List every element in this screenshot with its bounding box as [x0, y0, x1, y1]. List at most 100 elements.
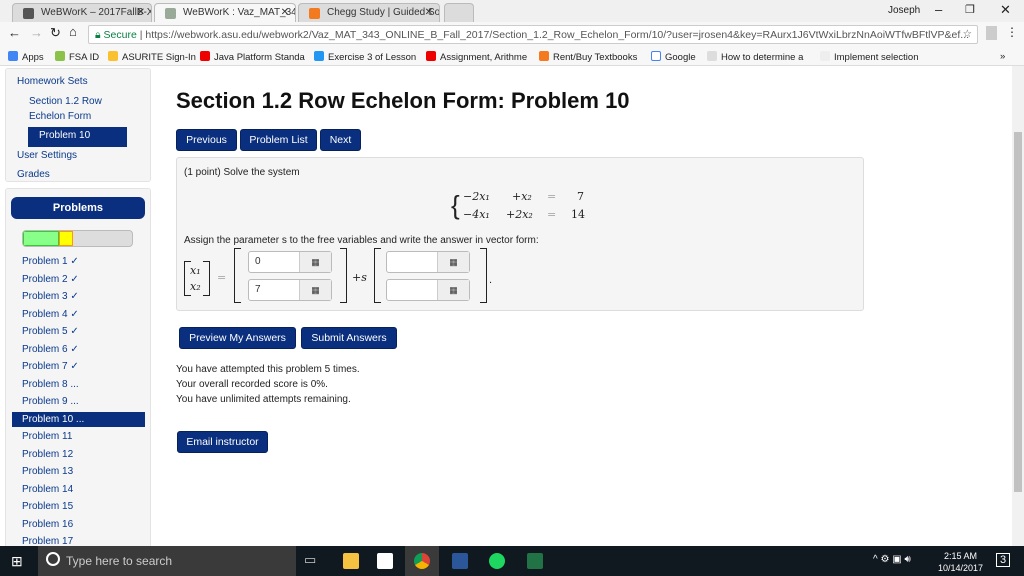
tab-webwork-2[interactable]: WeBWorK : Vaz_MAT_34 ✕ — [154, 3, 296, 22]
menu-icon[interactable]: ⋮ — [1006, 25, 1018, 39]
store-icon[interactable] — [377, 553, 393, 569]
bracket — [340, 248, 347, 303]
message: You have attempted this problem 5 times. — [176, 364, 360, 375]
problem-link[interactable]: Problem 7 ✓ — [12, 359, 145, 374]
more-bookmarks[interactable]: » — [1000, 51, 1005, 62]
taskbar-search[interactable]: Type here to search — [38, 546, 296, 576]
webwork-icon — [23, 8, 34, 19]
extension-icon[interactable] — [986, 26, 997, 40]
reload-icon[interactable]: ↻ — [50, 25, 61, 41]
equation-editor-icon[interactable]: ▦ — [299, 252, 331, 272]
plus-s: +s — [352, 271, 367, 284]
answer-particular-1[interactable]: 0 ▦ — [248, 251, 332, 273]
answer-particular-2[interactable]: 7 ▦ — [248, 279, 332, 301]
equation-editor-icon[interactable]: ▦ — [437, 252, 469, 272]
bookmark-chegg[interactable]: Rent/Buy Textbooks — [539, 51, 637, 63]
clock-date[interactable]: 10/14/2017 — [938, 563, 983, 573]
link-current-problem[interactable]: Problem 10 — [28, 127, 127, 147]
progress-bar — [22, 230, 133, 247]
bookmark-apps[interactable]: Apps — [8, 51, 44, 63]
attempt-messages: You have attempted this problem 5 times.… — [176, 362, 360, 407]
new-tab-button[interactable] — [444, 3, 474, 22]
task-view-icon[interactable]: ▭ — [304, 552, 316, 568]
bookmarks-bar: Apps FSA ID ASURITE Sign-In Java Platfor… — [0, 46, 1024, 66]
close-icon[interactable]: ✕ — [137, 7, 145, 18]
star-icon[interactable]: ☆ — [963, 28, 972, 40]
problem-link[interactable]: Problem 6 ✓ — [12, 342, 145, 357]
back-icon[interactable]: ← — [8, 25, 21, 40]
problem-link[interactable]: Problem 15 — [12, 499, 145, 514]
windows-start-icon[interactable]: ⊞ — [11, 553, 23, 570]
close-icon[interactable]: ✕ — [425, 7, 433, 18]
eq1-term1: −2x₁ — [463, 190, 490, 203]
excel-icon[interactable] — [527, 553, 543, 569]
tray-icons[interactable]: ^ ⚙ ▣ 🔊︎ — [873, 554, 911, 565]
problem-link[interactable]: Problem 16 — [12, 517, 145, 532]
notifications-icon[interactable]: 3 — [996, 553, 1011, 567]
period: . — [489, 274, 493, 286]
page-title: Section 1.2 Row Echelon Form: Problem 10 — [176, 88, 630, 113]
forward-icon[interactable]: → — [30, 25, 43, 40]
bookmark-assignment[interactable]: Assignment, Arithme — [426, 51, 527, 63]
equation-editor-icon[interactable]: ▦ — [299, 280, 331, 300]
problem-list-button[interactable]: Problem List — [240, 129, 317, 151]
bookmark-implement[interactable]: Implement selection — [820, 51, 918, 63]
answer-direction-1[interactable]: ▦ — [386, 251, 470, 273]
preview-answers-button[interactable]: Preview My Answers — [179, 327, 296, 349]
lhs-x1: x₁ — [190, 264, 201, 277]
problem-link[interactable]: Problem 13 — [12, 464, 145, 479]
equation-editor-icon[interactable]: ▦ — [437, 280, 469, 300]
problem-link[interactable]: Problem 11 — [12, 429, 145, 444]
bookmark-exercise[interactable]: Exercise 3 of Lesson — [314, 51, 416, 63]
minimize-icon[interactable]: – — [935, 2, 942, 17]
submit-answers-button[interactable]: Submit Answers — [301, 327, 397, 349]
problem-link[interactable]: Problem 9 ... — [12, 394, 145, 409]
bookmark-google[interactable]: Google — [651, 51, 696, 63]
close-icon[interactable]: ✕ — [281, 7, 289, 18]
problem-link[interactable]: Problem 4 ✓ — [12, 307, 145, 322]
chrome-icon — [414, 553, 430, 569]
restore-icon[interactable]: ❐ — [965, 3, 975, 16]
link-homework-sets[interactable]: Homework Sets — [17, 76, 88, 87]
close-window-icon[interactable]: ✕ — [1000, 2, 1011, 18]
vector-equals: = — [217, 271, 227, 284]
profile-name[interactable]: Joseph — [888, 5, 920, 16]
tab-bar: WeBWorK – 2017FallB-X ✕ WeBWorK : Vaz_MAT… — [0, 0, 1024, 22]
eq1-rhs: 7 — [577, 190, 584, 203]
problem-link[interactable]: Problem 2 ✓ — [12, 272, 145, 287]
scrollbar[interactable] — [1012, 66, 1024, 546]
answer-direction-2[interactable]: ▦ — [386, 279, 470, 301]
next-button[interactable]: Next — [320, 129, 361, 151]
bookmark-java[interactable]: Java Platform Standa — [200, 51, 305, 63]
file-explorer-icon[interactable] — [343, 553, 359, 569]
problem-link[interactable]: Problem 10 ... — [12, 411, 145, 427]
link-user-settings[interactable]: User Settings — [17, 150, 77, 161]
problem-link[interactable]: Problem 1 ✓ — [12, 254, 145, 269]
chrome-taskbar-active[interactable] — [405, 546, 439, 576]
problem-link[interactable]: Problem 8 ... — [12, 377, 145, 392]
link-section[interactable]: Section 1.2 Row — [29, 96, 102, 107]
home-icon[interactable]: ⌂ — [69, 24, 77, 39]
tab-webwork-1[interactable]: WeBWorK – 2017FallB-X ✕ — [12, 3, 152, 22]
tab-chegg[interactable]: Chegg Study | Guided So ✕ — [298, 3, 440, 22]
link-section-2[interactable]: Echelon Form — [29, 111, 91, 122]
webwork-icon — [165, 8, 176, 19]
problem-link[interactable]: Problem 12 — [12, 447, 145, 462]
bracket — [374, 248, 381, 303]
message: Your overall recorded score is 0%. — [176, 379, 328, 390]
bookmark-asurite[interactable]: ASURITE Sign-In — [108, 51, 196, 63]
problem-link[interactable]: Problem 14 — [12, 482, 145, 497]
problem-link[interactable]: Problem 5 ✓ — [12, 324, 145, 339]
bookmark-fsa[interactable]: FSA ID — [55, 51, 99, 63]
previous-button[interactable]: Previous — [176, 129, 237, 151]
url-input[interactable]: 🔒︎ Secure | https://webwork.asu.edu/webw… — [88, 25, 978, 44]
clock-time[interactable]: 2:15 AM — [944, 551, 977, 561]
bracket — [480, 248, 487, 303]
problem-link[interactable]: Problem 3 ✓ — [12, 289, 145, 304]
email-instructor-button[interactable]: Email instructor — [177, 431, 268, 453]
link-grades[interactable]: Grades — [17, 169, 50, 180]
spotify-icon[interactable] — [489, 553, 505, 569]
bookmark-how-to[interactable]: How to determine a — [707, 51, 803, 63]
word-icon[interactable] — [452, 553, 468, 569]
scroll-thumb[interactable] — [1014, 132, 1022, 492]
